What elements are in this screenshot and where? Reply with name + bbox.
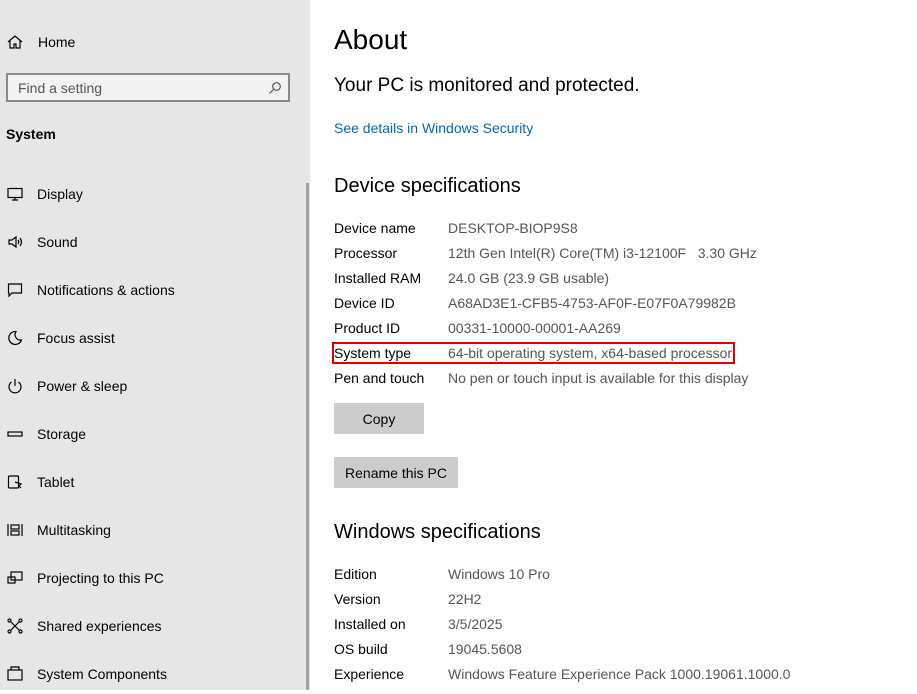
spec-value: 3/5/2025 [448,616,503,632]
sidebar-item-projecting[interactable]: Projecting to this PC [0,558,300,598]
spec-value: 22H2 [448,591,482,607]
search-icon[interactable] [268,81,282,95]
page-title: About [334,24,408,55]
spec-row-processor: Processor 12th Gen Intel(R) Core(TM) i3-… [334,245,894,265]
spec-key: Installed on [334,616,406,632]
spec-value: Windows Feature Experience Pack 1000.190… [448,666,791,682]
spec-row-experience: Experience Windows Feature Experience Pa… [334,666,894,686]
sidebar-item-focus-assist[interactable]: Focus assist [0,318,300,358]
spec-row-device-id: Device ID A68AD3E1-CFB5-4753-AF0F-E07F0A… [334,295,894,315]
spec-key: Pen and touch [334,370,425,386]
rename-pc-button[interactable]: Rename this PC [334,457,458,488]
sidebar-item-multitasking[interactable]: Multitasking [0,510,300,550]
spec-value: DESKTOP-BIOP9S8 [448,220,578,236]
protection-status: Your PC is monitored and protected. [334,75,640,96]
spec-key: Device name [334,220,416,236]
spec-key: Device ID [334,295,395,311]
sidebar-item-label: Multitasking [37,522,111,538]
sidebar-item-tablet[interactable]: Tablet [0,462,300,502]
multitasking-icon [5,520,25,540]
tablet-icon [5,472,25,492]
spec-row-device-name: Device name DESKTOP-BIOP9S8 [334,220,894,240]
device-specs-heading: Device specifications [334,175,521,197]
sidebar-item-label: Display [37,186,83,202]
spec-value: 24.0 GB (23.9 GB usable) [448,270,610,286]
spec-key: Processor [334,245,398,261]
projector-icon [5,568,25,588]
highlight-box [332,342,735,364]
sidebar-item-system-components[interactable]: System Components [0,654,300,694]
section-heading: System [6,126,56,142]
windows-specs-heading: Windows specifications [334,521,541,543]
spec-row-product-id: Product ID 00331-10000-00001-AA269 [334,320,894,340]
copy-button[interactable]: Copy [334,403,424,434]
power-icon [5,376,25,396]
spec-row-installed-on: Installed on 3/5/2025 [334,616,894,636]
storage-icon [5,424,25,444]
spec-key: Installed RAM [334,270,422,286]
spec-value: 19045.5608 [448,641,522,657]
moon-icon [5,328,25,348]
spec-value: No pen or touch input is available for t… [448,370,749,386]
spec-row-os-build: OS build 19045.5608 [334,641,894,661]
sidebar-item-label: System Components [37,666,167,682]
sidebar-item-label: Notifications & actions [37,282,175,298]
shared-experiences-icon [5,616,25,636]
spec-value: Windows 10 Pro [448,566,550,582]
spec-value: A68AD3E1-CFB5-4753-AF0F-E07F0A79982B [448,295,736,311]
sidebar-item-sound[interactable]: Sound [0,222,300,262]
spec-key: Experience [334,666,405,682]
spec-value: 12th Gen Intel(R) Core(TM) i3-12100F 3.3… [448,245,757,261]
system-components-icon [5,664,25,684]
sidebar-item-label: Shared experiences [37,618,162,634]
sidebar-item-label: Home [38,34,76,50]
sidebar-item-shared-experiences[interactable]: Shared experiences [0,606,300,646]
sidebar-item-home[interactable]: Home [0,22,300,62]
search-input[interactable] [18,79,258,97]
spec-row-pen-touch: Pen and touch No pen or touch input is a… [334,370,894,390]
spec-key: Version [334,591,381,607]
sidebar-item-display[interactable]: Display [0,174,300,214]
home-icon [5,32,25,52]
windows-security-link[interactable]: See details in Windows Security [334,120,533,136]
sidebar-item-label: Sound [37,234,78,250]
sidebar-scrollbar[interactable] [306,183,309,690]
sidebar-item-label: Power & sleep [37,378,128,394]
display-icon [5,184,25,204]
spec-row-installed-ram: Installed RAM 24.0 GB (23.9 GB usable) [334,270,894,290]
search-box[interactable] [6,73,290,102]
sidebar-item-label: Focus assist [37,330,115,346]
spec-key: Edition [334,566,377,582]
sidebar-item-label: Storage [37,426,87,442]
notification-icon [5,280,25,300]
sidebar-item-storage[interactable]: Storage [0,414,300,454]
spec-value: 00331-10000-00001-AA269 [448,320,621,336]
spec-key: OS build [334,641,388,657]
spec-row-edition: Edition Windows 10 Pro [334,566,894,586]
sidebar-item-power-sleep[interactable]: Power & sleep [0,366,300,406]
sidebar-item-notifications[interactable]: Notifications & actions [0,270,300,310]
speaker-icon [5,232,25,252]
spec-row-version: Version 22H2 [334,591,894,611]
sidebar: Home System Display Sound Notifications … [0,0,310,690]
spec-key: Product ID [334,320,401,336]
sidebar-item-label: Tablet [37,474,75,490]
sidebar-item-label: Projecting to this PC [37,570,164,586]
